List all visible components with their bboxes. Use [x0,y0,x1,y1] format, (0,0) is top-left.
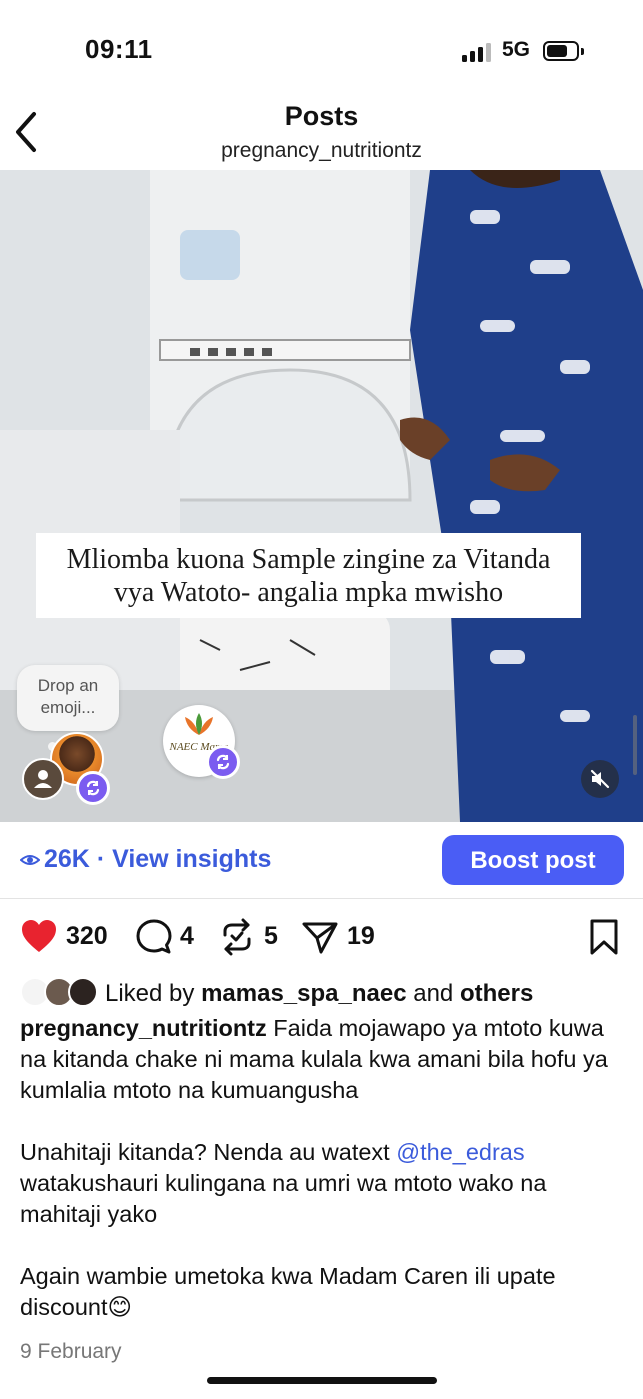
liked-by-others[interactable]: others [460,980,533,1007]
repost-badge-icon [76,771,110,805]
emoji-prompt-line1: Drop an [37,676,99,695]
comment-icon [136,919,172,954]
leaf-logo-icon [185,713,213,735]
liked-by-user[interactable]: mamas_spa_naec [201,980,406,1007]
comment-count[interactable]: 4 [180,922,194,951]
share-count[interactable]: 19 [347,922,375,951]
liked-by-and: and [406,980,460,1007]
insights-separator: · [89,845,113,873]
signal-icon [462,42,492,62]
repost-count[interactable]: 5 [264,922,278,951]
home-indicator[interactable] [207,1377,437,1384]
heart-filled-icon [22,920,56,952]
post-video[interactable]: Mliomba kuona Sample zingine za Vitanda … [0,170,643,822]
caption-username[interactable]: pregnancy_nutritiontz [20,1015,267,1041]
liked-by-prefix: Liked by [105,980,202,1007]
repost-icon [223,918,251,956]
video-caption-overlay: Mliomba kuona Sample zingine za Vitanda … [36,533,581,618]
save-button[interactable] [588,918,620,956]
post-date: 9 February [20,1340,122,1363]
person-icon [22,758,64,800]
liked-by-text[interactable]: Liked by mamas_spa_naec and others [105,980,533,1008]
eye-icon [19,846,41,875]
page-title: Posts [284,101,359,131]
emoji-prompt-line2: emoji... [40,698,96,717]
post-caption: pregnancy_nutritiontz Faida mojawapo ya … [20,1013,625,1323]
view-count: 26K [44,845,90,873]
status-time: 09:11 [85,34,153,64]
bookmark-icon [590,919,618,955]
emoji-reaction-prompt[interactable]: Drop an emoji... [17,665,119,731]
share-icon [302,922,338,954]
share-button[interactable] [301,918,339,956]
network-label: 5G [502,38,531,61]
caption-para2-pre: Unahitaji kitanda? Nenda au watext [20,1139,397,1165]
like-count[interactable]: 320 [66,922,108,951]
repost-badge-icon [206,745,240,779]
repost-button[interactable] [219,918,255,956]
video-caption-line1: Mliomba kuona Sample zingine za Vitanda [66,544,551,575]
liked-by-avatars[interactable] [20,977,100,1009]
insights-link[interactable]: 26K · View insights [19,845,272,875]
divider [0,898,643,899]
avatar [68,977,98,1007]
video-caption-line2: vya Watoto- angalia mpka mwisho [113,577,504,608]
view-insights-label: View insights [112,845,272,873]
caption-para3: Again wambie umetoka kwa Madam Caren ili… [20,1263,563,1320]
comment-button[interactable] [135,918,173,956]
caption-mention[interactable]: @the_edras [396,1139,524,1165]
mute-button[interactable] [581,760,619,798]
like-button[interactable] [20,918,58,956]
boost-post-button[interactable]: Boost post [442,835,624,885]
page-username[interactable]: pregnancy_nutritiontz [0,139,643,163]
battery-icon [543,41,584,61]
speaker-muted-icon [590,769,610,789]
video-scrollbar[interactable] [633,715,637,775]
